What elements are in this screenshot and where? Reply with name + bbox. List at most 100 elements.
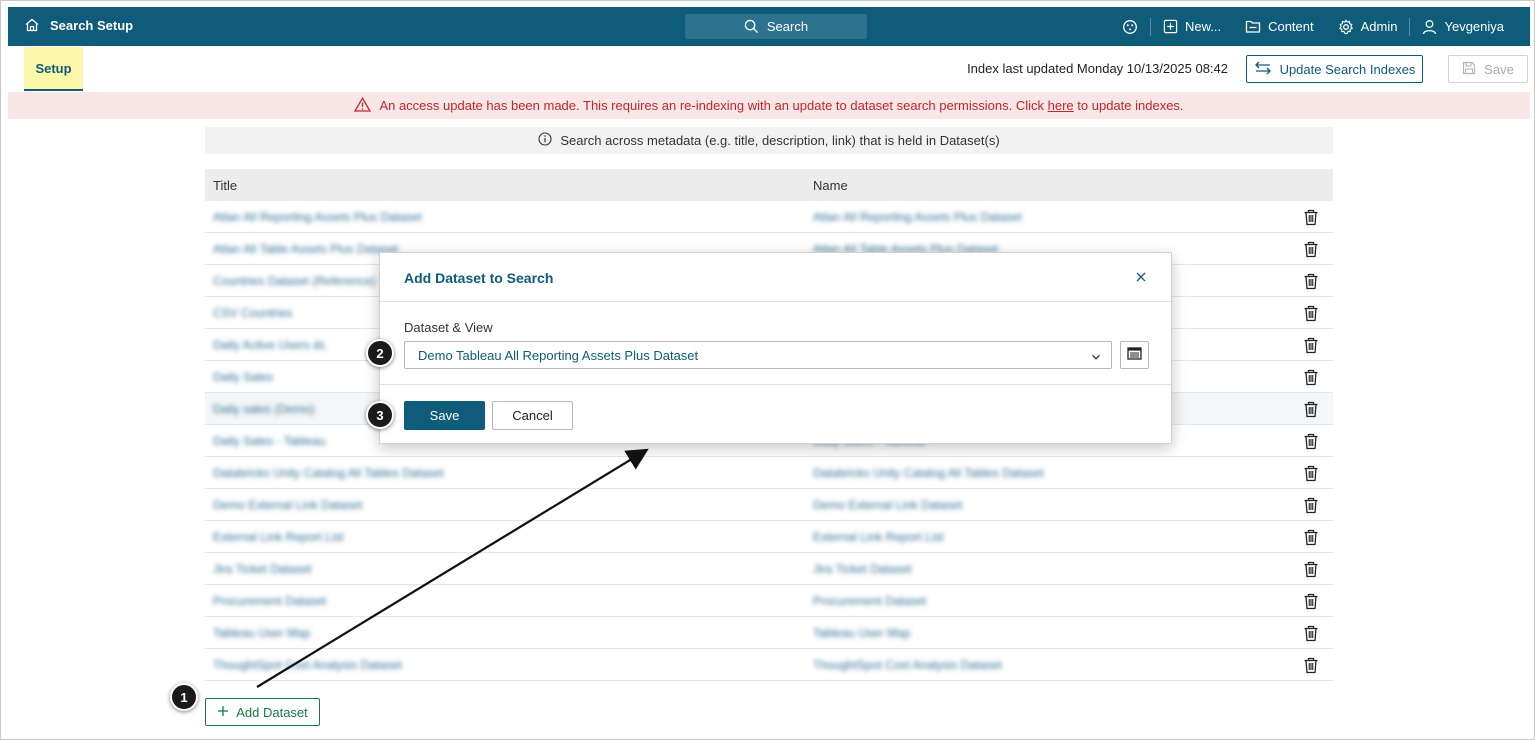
table-row: Tableau User Map Tableau User Map [205,617,1333,649]
row-title-link[interactable]: Daily Active Users dc [213,338,326,352]
new-label: New... [1184,19,1222,34]
trash-icon[interactable] [1303,273,1319,293]
row-title-link[interactable]: Countries Dataset (Reference) [213,274,376,288]
dialog-save-button[interactable]: Save [404,401,485,430]
browse-datasets-button[interactable] [1120,341,1149,369]
plus-square-icon [1163,19,1178,34]
row-title-link[interactable]: ThoughtSpot Cost Analysis Dataset [213,658,402,672]
dataset-view-selected-value: Demo Tableau All Reporting Assets Plus D… [418,347,699,363]
dataset-view-label: Dataset & View [404,320,493,335]
trash-icon[interactable] [1303,433,1319,453]
app-title: Search Setup [50,17,134,33]
trash-icon[interactable] [1303,401,1319,421]
row-title-link[interactable]: Jira Ticket Dataset [213,562,312,576]
alert-text: An access update has been made. This req… [379,98,1184,113]
row-title-link[interactable]: Atlan All Reporting Assets Plus Dataset [213,210,422,224]
user-icon [1422,19,1437,35]
admin-menu-button[interactable]: Admin [1326,18,1410,35]
content-menu-button[interactable]: Content [1233,19,1326,34]
palette-button[interactable] [1110,19,1150,35]
trash-icon[interactable] [1303,305,1319,325]
step-marker-3: 3 [366,401,394,429]
table-row: Procurement Dataset Procurement Dataset [205,585,1333,617]
save-label: Save [1484,61,1514,77]
admin-label: Admin [1360,19,1398,34]
top-nav-bar: Search Setup Search New... Content Admin… [8,7,1530,46]
row-title-link[interactable]: Daily sales (Demo) [213,402,314,416]
trash-icon[interactable] [1303,497,1319,517]
plus-icon [217,705,229,720]
global-search-box[interactable]: Search [685,14,867,39]
brand[interactable]: Search Setup [24,17,133,33]
new-menu-button[interactable]: New... [1151,19,1233,34]
row-name: Atlan All Reporting Assets Plus Dataset [813,210,1022,224]
table-row: External Link Report List External Link R… [205,521,1333,553]
step-marker-2: 2 [366,339,394,367]
row-title-link[interactable]: Databricks Unity Catalog All Tables Data… [213,466,444,480]
column-header-title: Title [213,178,238,193]
folder-icon [1245,19,1261,34]
dialog-cancel-button[interactable]: Cancel [492,401,573,430]
trash-icon[interactable] [1303,561,1319,581]
table-row: Atlan All Reporting Assets Plus Dataset A… [205,201,1333,233]
close-icon[interactable] [1135,270,1147,288]
table-row: Databricks Unity Catalog All Tables Data… [205,457,1333,489]
trash-icon[interactable] [1303,465,1319,485]
floppy-disk-icon [1462,61,1476,78]
search-label: Search [766,19,809,34]
user-label: Yevgeniya [1444,19,1504,34]
info-bar: Search across metadata (e.g. title, desc… [205,127,1333,154]
table-header: Title Name [205,169,1333,201]
update-indexes-link[interactable]: here [1048,98,1074,113]
row-title-link[interactable]: Daily Sales - Tableau [213,434,326,448]
row-title-link[interactable]: External Link Report List [213,530,344,544]
trash-icon[interactable] [1303,593,1319,613]
row-name: External Link Report List [813,530,944,544]
search-icon [744,19,759,34]
info-icon [538,132,552,149]
row-title-link[interactable]: Demo External Link Dataset [213,498,362,512]
row-name: Databricks Unity Catalog All Tables Data… [813,466,1044,480]
trash-icon[interactable] [1303,241,1319,261]
row-name: Jira Ticket Dataset [813,562,912,576]
row-title-link[interactable]: Tableau User Map [213,626,310,640]
dialog-divider [380,301,1171,302]
row-title-link[interactable]: Daily Sales [213,370,273,384]
tab-setup[interactable]: Setup [24,47,83,91]
app-window: Search Setup Search New... Content Admin… [0,0,1535,740]
row-name: ThoughtSpot Cost Analysis Dataset [813,658,1002,672]
trash-icon[interactable] [1303,337,1319,357]
home-icon [24,17,40,33]
user-menu-button[interactable]: Yevgeniya [1410,19,1516,35]
index-last-updated: Index last updated Monday 10/13/2025 08:… [967,61,1228,76]
save-button-disabled[interactable]: Save [1448,55,1528,83]
dataset-view-select[interactable]: Demo Tableau All Reporting Assets Plus D… [404,341,1112,369]
table-row: ThoughtSpot Cost Analysis Dataset Thought… [205,649,1333,681]
reindex-alert-banner: An access update has been made. This req… [8,92,1530,119]
table-row: Demo External Link Dataset Demo External … [205,489,1333,521]
update-search-indexes-label: Update Search Indexes [1279,61,1416,77]
add-dataset-label: Add Dataset [236,704,308,720]
dialog-divider [380,384,1171,385]
trash-icon[interactable] [1303,209,1319,229]
step-marker-1: 1 [170,683,198,711]
add-dataset-dialog: Add Dataset to Search Dataset & View Dem… [379,252,1172,444]
row-name: Procurement Dataset [813,594,927,608]
update-search-indexes-button[interactable]: Update Search Indexes [1246,55,1423,83]
trash-icon[interactable] [1303,657,1319,677]
trash-icon[interactable] [1303,369,1319,389]
row-title-link[interactable]: CSV Countries [213,306,292,320]
palette-icon [1122,19,1138,35]
swap-arrows-icon [1254,61,1272,78]
dialog-title: Add Dataset to Search [404,270,554,286]
row-title-link[interactable]: Procurement Dataset [213,594,326,608]
row-title-link[interactable]: Atlan All Table Assets Plus Dataset [213,242,398,256]
chevron-down-icon [1091,350,1101,365]
trash-icon[interactable] [1303,625,1319,645]
gear-icon [1338,18,1354,35]
trash-icon[interactable] [1303,529,1319,549]
content-label: Content [1268,19,1314,34]
row-name: Tableau User Map [813,626,911,640]
add-dataset-button[interactable]: Add Dataset [205,698,320,726]
row-name: Demo External Link Dataset [813,498,963,512]
